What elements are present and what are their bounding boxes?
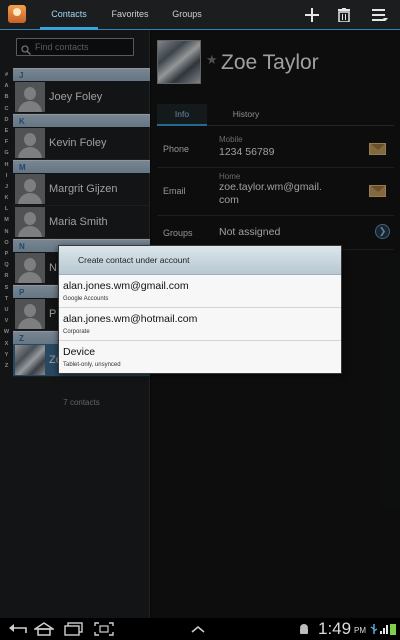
menu-icon[interactable] (370, 5, 390, 25)
contacts-app-icon[interactable] (8, 5, 26, 23)
account-picker-dialog: Create contact under account alan.jones.… (58, 245, 342, 374)
signal-icon (380, 621, 388, 637)
dialog-title: Create contact under account (59, 246, 341, 275)
delete-icon[interactable] (334, 5, 354, 25)
tab-contacts[interactable]: Contacts (40, 0, 98, 30)
account-option-hotmail[interactable]: alan.jones.wm@hotmail.com Corporate (59, 308, 341, 341)
account-type: Google Accounts (63, 296, 109, 302)
account-option-gmail[interactable]: alan.jones.wm@gmail.com Google Accounts (59, 275, 341, 308)
battery-icon (390, 621, 396, 637)
home-icon[interactable] (34, 621, 54, 637)
account-name: Device (63, 346, 96, 358)
chevron-up-icon[interactable] (190, 621, 206, 637)
account-name: alan.jones.wm@gmail.com (63, 280, 189, 292)
account-option-device[interactable]: Device Tablet-only, unsynced (59, 341, 341, 374)
system-bar: 1:49 PM (0, 618, 400, 640)
screenshot-icon[interactable] (94, 621, 114, 637)
action-bar: Contacts Favorites Groups (0, 0, 400, 30)
account-type: Tablet-only, unsynced (63, 362, 121, 368)
tab-groups[interactable]: Groups (162, 0, 212, 30)
clock-ampm: PM (354, 626, 366, 635)
usb-icon (370, 621, 378, 637)
android-icon (298, 621, 310, 637)
add-icon[interactable] (302, 5, 322, 25)
account-name: alan.jones.wm@hotmail.com (63, 313, 198, 325)
tab-favorites[interactable]: Favorites (100, 0, 160, 30)
back-icon[interactable] (8, 621, 28, 637)
clock-time: 1:49 (318, 619, 352, 638)
account-type: Corporate (63, 329, 90, 335)
recent-apps-icon[interactable] (64, 621, 84, 637)
